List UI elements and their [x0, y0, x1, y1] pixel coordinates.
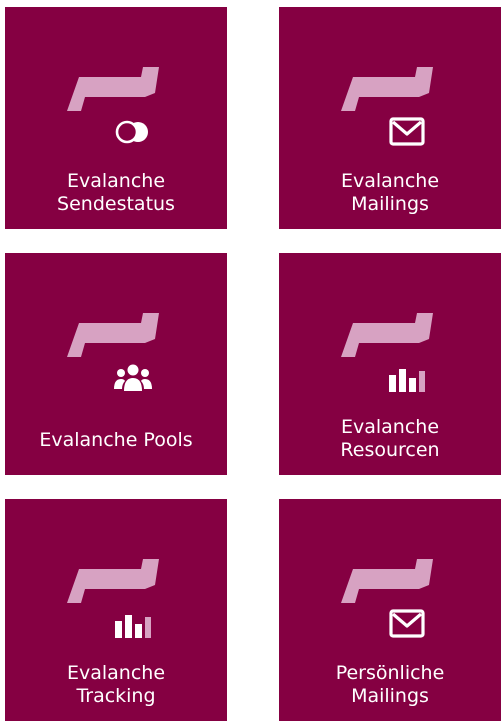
evalanche-logo-icon	[67, 313, 159, 357]
tile-label: Persönliche Mailings	[335, 662, 445, 707]
tile-label: Evalanche Pools	[39, 429, 193, 451]
evalanche-logo-icon	[67, 559, 159, 603]
evalanche-logo-icon	[67, 67, 159, 111]
tile-evalanche-pools[interactable]: Evalanche Pools	[5, 253, 227, 475]
tile-evalanche-mailings[interactable]: Evalanche Mailings	[279, 7, 501, 229]
tile-label: Evalanche Mailings	[340, 170, 440, 215]
tile-evalanche-tracking[interactable]: Evalanche Tracking	[5, 499, 227, 721]
tile-evalanche-sendestatus[interactable]: Evalanche Sendestatus	[5, 7, 227, 229]
envelope-icon	[389, 117, 425, 146]
evalanche-logo-icon	[341, 67, 433, 111]
tile-label: Evalanche Tracking	[66, 662, 166, 707]
people-group-icon	[114, 364, 152, 391]
tile-persoenliche-mailings[interactable]: Persönliche Mailings	[279, 499, 501, 721]
toggle-circles-icon	[115, 120, 148, 144]
evalanche-logo-icon	[341, 313, 433, 357]
evalanche-logo-icon	[341, 559, 433, 603]
tile-label: Evalanche Resourcen	[340, 416, 440, 461]
envelope-icon	[389, 609, 425, 638]
tile-evalanche-resourcen[interactable]: Evalanche Resourcen	[279, 253, 501, 475]
tile-label: Evalanche Sendestatus	[57, 170, 175, 215]
bar-chart-icon	[115, 615, 151, 638]
bar-chart-icon	[389, 369, 425, 392]
